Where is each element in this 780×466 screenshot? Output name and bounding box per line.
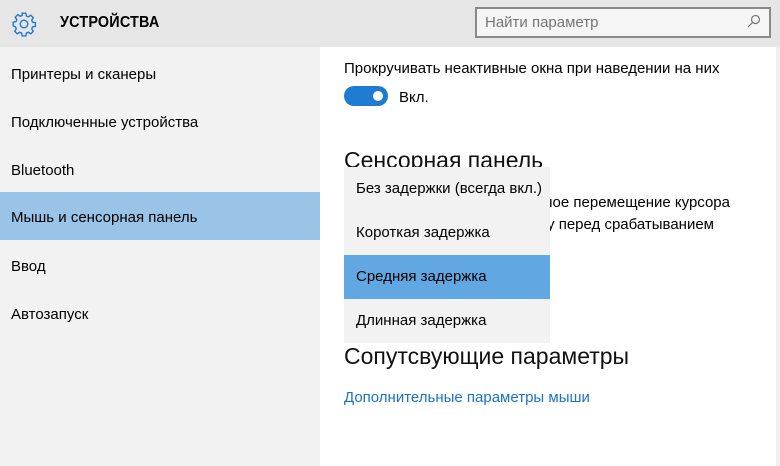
scrollbar[interactable] [776,47,780,466]
option-no-delay[interactable]: Без задержки (всегда вкл.) [344,167,550,211]
additional-mouse-options-link[interactable]: Дополнительные параметры мыши [344,389,590,406]
header: УСТРОЙСТВА [0,0,780,47]
sidebar-item-label: Автозапуск [11,306,89,323]
sidebar-item-label: Ввод [11,258,46,275]
sidebar-item-label: Принтеры и сканеры [11,66,157,83]
search-icon[interactable] [747,14,761,28]
page-title: УСТРОЙСТВА [60,14,160,31]
sidebar: Принтеры и сканеры Подключенные устройст… [0,47,320,466]
option-long-delay[interactable]: Длинная задержка [344,299,550,343]
sidebar-item-label: Bluetooth [11,162,75,179]
sidebar-item-label: Подключенные устройства [11,114,199,131]
sidebar-item-label: Мышь и сенсорная панель [11,209,198,226]
sidebar-item-typing[interactable]: Ввод [0,241,320,289]
search-box[interactable] [475,7,771,38]
scroll-inactive-toggle[interactable] [344,86,388,106]
sidebar-item-connected-devices[interactable]: Подключенные устройства [0,97,320,145]
gear-icon [12,12,37,37]
sidebar-item-bluetooth[interactable]: Bluetooth [0,145,320,193]
search-input[interactable] [477,9,727,36]
scroll-inactive-label: Прокручивать неактивные окна при наведен… [344,60,720,77]
option-short-delay[interactable]: Короткая задержка [344,211,550,255]
sidebar-item-printers[interactable]: Принтеры и сканеры [0,49,320,97]
sidebar-item-autoplay[interactable]: Автозапуск [0,289,320,337]
related-settings-heading: Сопутсвующие параметры [344,343,630,369]
option-medium-delay[interactable]: Средняя задержка [344,255,550,299]
touchpad-delay-dropdown[interactable]: Без задержки (всегда вкл.) Короткая заде… [344,167,550,343]
sidebar-item-mouse-touchpad[interactable]: Мышь и сенсорная панель [0,192,320,240]
toggle-state: Вкл. [399,89,429,106]
